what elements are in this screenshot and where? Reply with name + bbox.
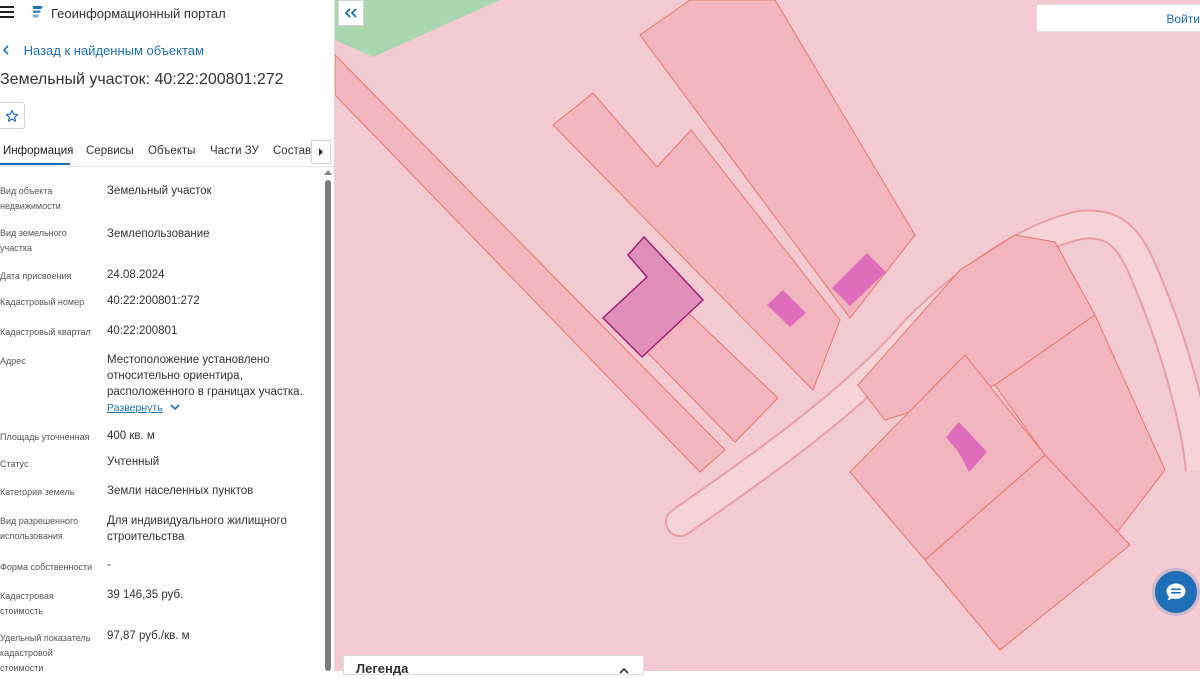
map-view[interactable] (335, 0, 1200, 671)
object-title: Земельный участок: 40:22:200801:272 (0, 71, 284, 88)
chevron-left-icon (2, 43, 16, 58)
property-label: Вид разрешенного использования (0, 516, 79, 541)
legend-panel[interactable]: Легенда (343, 655, 644, 676)
property-value: 400 кв. м (107, 430, 155, 442)
property-label: Статус (0, 459, 29, 469)
property-value: Местоположение установлено относительно … (107, 354, 303, 398)
tab-services[interactable]: Сервисы (86, 145, 134, 157)
property-label: Кадастровый квартал (0, 327, 91, 337)
scroll-up-arrow[interactable] (324, 170, 332, 175)
star-icon (5, 109, 19, 122)
address-value-block: Местоположение установлено относительно … (107, 352, 317, 416)
property-label: Кадастровый номер (0, 297, 85, 307)
property-value: Земельный участок (107, 185, 212, 197)
property-label: Вид объекта недвижимости (0, 186, 61, 211)
chevron-right-icon (319, 148, 323, 156)
expand-label: Развернуть (107, 402, 163, 414)
menu-icon[interactable] (0, 6, 14, 18)
property-value: 40:22:200801 (107, 325, 178, 337)
property-label: Адрес (0, 356, 26, 366)
tab-bar: Информация Сервисы Объекты Части ЗУ Сост… (0, 140, 334, 167)
property-value: Для индивидуального жилищного строительс… (107, 515, 287, 543)
property-label: Кадастровая стоимость (0, 591, 54, 616)
favorite-button[interactable] (0, 102, 25, 129)
chat-icon (1166, 583, 1186, 601)
property-value: - (107, 559, 111, 571)
property-label: Удельный показатель кадастровой стоимост… (0, 633, 91, 671)
double-chevron-left-icon (345, 8, 357, 18)
expand-address-link[interactable]: Развернуть (107, 400, 317, 416)
active-tab-indicator (0, 163, 70, 165)
property-value: Учтенный (107, 456, 160, 468)
tab-information[interactable]: Информация (3, 145, 73, 157)
tab-parcel-parts[interactable]: Части ЗУ (210, 145, 259, 157)
property-label: Форма собственности (0, 562, 93, 572)
back-link-label: Назад к найденным объектам (23, 43, 204, 58)
tab-composition[interactable]: Состав (273, 145, 311, 157)
property-value: 24.08.2024 (107, 269, 165, 281)
property-value: 97,87 руб./кв. м (107, 630, 190, 642)
login-button[interactable]: Войти (1166, 12, 1200, 26)
portal-logo-icon (30, 4, 46, 25)
info-panel: Геоинформационный портал Назад к найденн… (0, 0, 335, 671)
chat-button[interactable] (1155, 571, 1197, 613)
property-value: 40:22:200801:272 (107, 295, 200, 307)
scrollbar-thumb[interactable] (325, 180, 331, 671)
portal-title: Геоинформационный портал (51, 6, 226, 21)
property-label: Дата присвоения (0, 271, 72, 281)
chevron-down-icon (170, 404, 180, 411)
property-value: Земли населенных пунктов (107, 485, 254, 497)
top-bar: Геоинформационный портал (0, 0, 334, 26)
property-label: Категория земель (0, 487, 75, 497)
tabs-scroll-right-button[interactable] (311, 140, 331, 164)
login-area: Войти (1036, 4, 1200, 32)
back-to-results-link[interactable]: Назад к найденным объектам (0, 43, 204, 58)
map-canvas[interactable] (335, 0, 1200, 671)
legend-title: Легенда (356, 661, 409, 676)
collapse-panel-button[interactable] (338, 0, 364, 26)
property-label: Вид земельного участка (0, 228, 67, 253)
property-label: Площадь уточненная (0, 432, 90, 442)
property-value: 39 146,35 руб. (107, 589, 184, 601)
chevron-up-icon[interactable] (619, 661, 629, 679)
tab-objects[interactable]: Объекты (148, 145, 195, 157)
property-value: Землепользование (107, 228, 210, 240)
